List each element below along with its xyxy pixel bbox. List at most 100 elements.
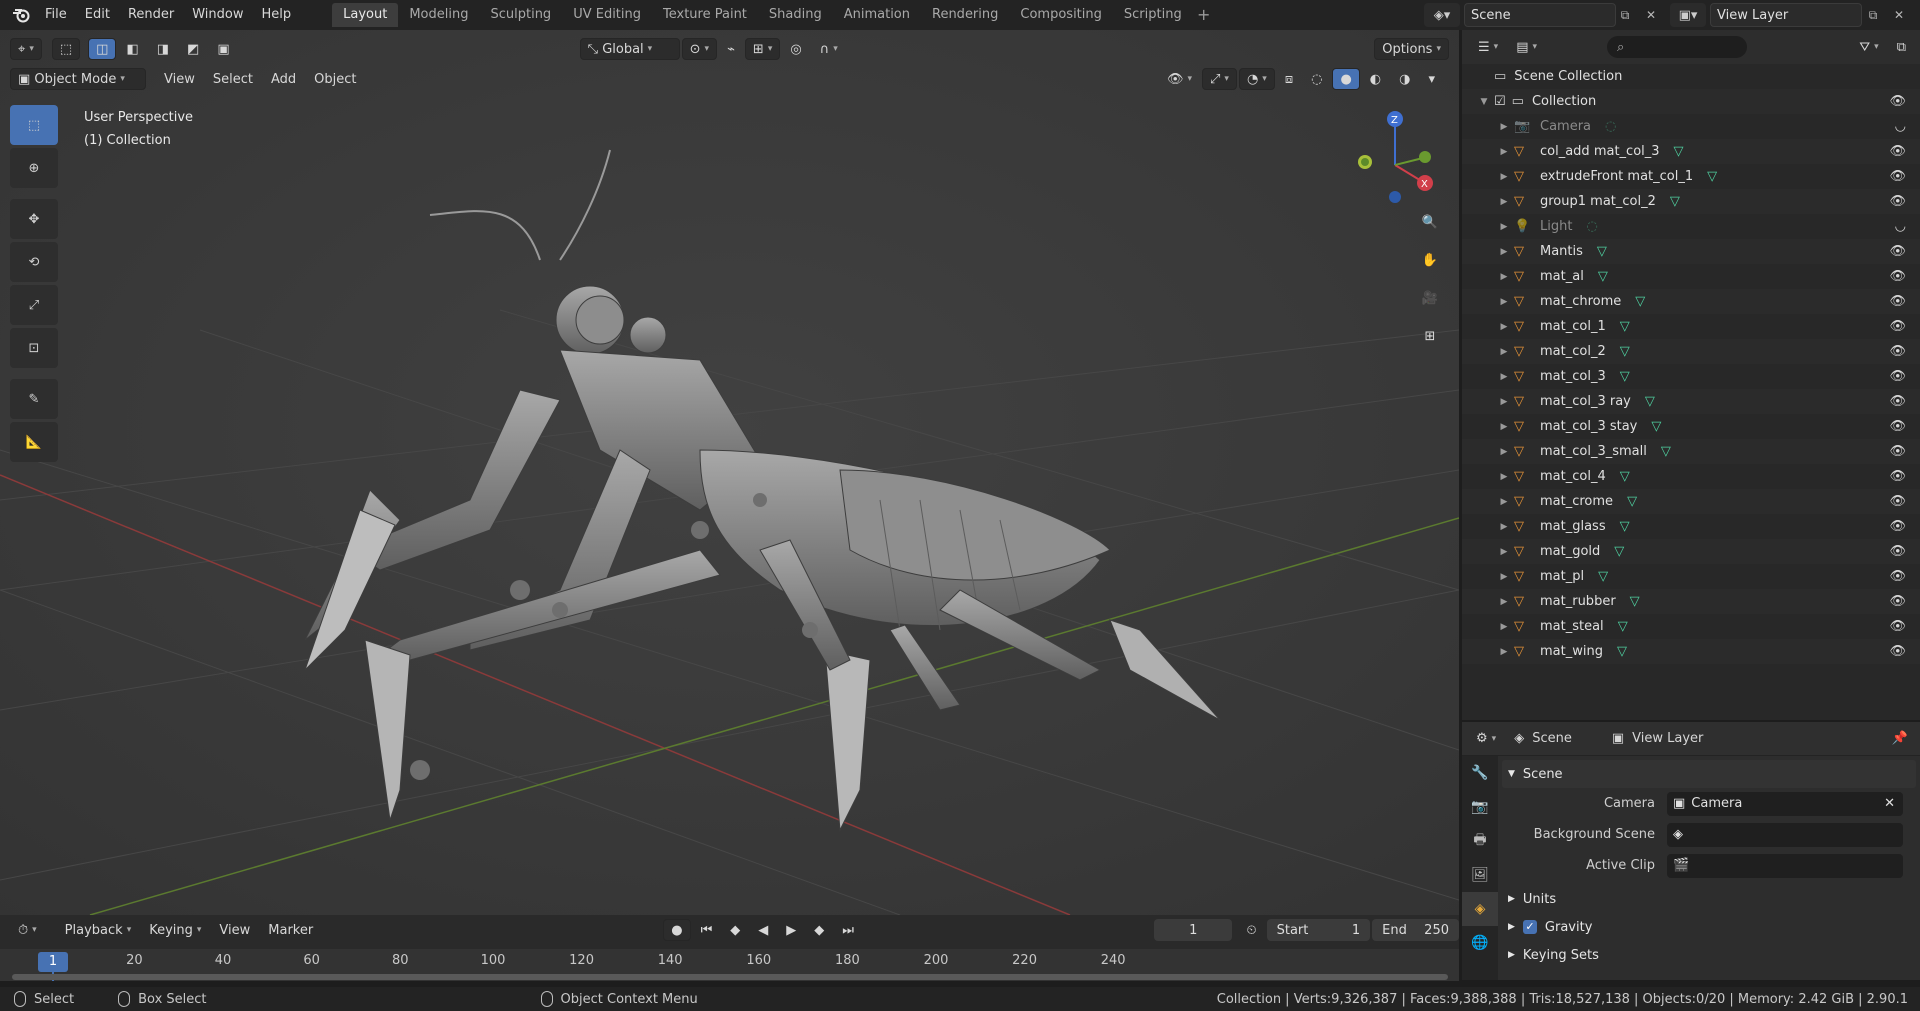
mesh-data-icon[interactable]: ▽ [1620, 344, 1630, 359]
pan-hand-icon[interactable]: ✋ [1412, 243, 1448, 277]
camera-view-icon[interactable]: 🎥 [1412, 281, 1448, 315]
checkbox-icon[interactable]: ☑ [1494, 94, 1506, 109]
mesh-data-icon[interactable]: ▽ [1674, 144, 1684, 159]
eye-icon[interactable]: 👁 [1889, 269, 1906, 284]
object-data-icon[interactable]: ◌ [1586, 219, 1597, 234]
expand-arrow-icon[interactable]: ▶ [1494, 122, 1514, 132]
expand-arrow-icon[interactable]: ▶ [1494, 597, 1514, 607]
eye-icon[interactable]: 👁 [1889, 394, 1906, 409]
eye-icon[interactable]: 👁 [1889, 194, 1906, 209]
expand-arrow-icon[interactable]: ▼ [1474, 97, 1494, 107]
expand-arrow-icon[interactable]: ▶ [1494, 272, 1514, 282]
blender-logo-icon[interactable] [6, 0, 36, 30]
eye-icon[interactable]: 👁 [1889, 319, 1906, 334]
view-layer-tab-icon[interactable]: 🖼 [1462, 858, 1498, 892]
mesh-data-icon[interactable]: ▽ [1598, 569, 1608, 584]
outliner-item[interactable]: ▶ ▽ mat_glass ▽ 👁 [1462, 514, 1920, 539]
filter-icon[interactable]: ⛛ ▾ [1851, 36, 1886, 58]
expand-arrow-icon[interactable]: ▶ [1494, 222, 1514, 232]
view-menu[interactable]: View [156, 68, 203, 90]
mode-extend-selection-icon[interactable]: ◧ [118, 38, 146, 60]
eye-icon[interactable]: 👁 [1889, 369, 1906, 384]
mesh-data-icon[interactable]: ▽ [1614, 544, 1624, 559]
mode-invert-selection-icon[interactable]: ◩ [179, 38, 207, 60]
gravity-panel-header[interactable]: ▶ ✓ Gravity [1502, 913, 1916, 941]
perspective-toggle-icon[interactable]: ⊞ [1412, 319, 1448, 353]
playback-menu[interactable]: Playback ▾ [57, 919, 140, 941]
move-tool-icon[interactable]: ✥ [10, 199, 58, 239]
delete-view-layer-icon[interactable]: ✕ [1888, 4, 1910, 26]
outliner-item[interactable]: ▶ ▽ mat_chrome ▽ 👁 [1462, 289, 1920, 314]
outliner-item[interactable]: ▶ ▽ mat_col_3_small ▽ 👁 [1462, 439, 1920, 464]
eye-icon[interactable]: 👁 [1889, 519, 1906, 534]
use-preview-range-icon[interactable]: ⏲ [1238, 919, 1264, 941]
outliner-item[interactable]: ▶ ▽ mat_col_4 ▽ 👁 [1462, 464, 1920, 489]
tab-animation[interactable]: Animation [833, 3, 921, 27]
wireframe-shading-icon[interactable]: ◌ [1303, 68, 1330, 90]
eye-icon[interactable]: 👁 [1889, 619, 1906, 634]
expand-arrow-icon[interactable]: ▶ [1494, 172, 1514, 182]
timeline-editor-type-icon[interactable]: ⏱ ▾ [10, 919, 45, 941]
transform-orientation-dropdown[interactable]: ⤡ Global ▾ [579, 38, 680, 60]
timeline-scrollbar[interactable] [12, 974, 1448, 980]
outliner-item[interactable]: ▶ ▽ Mantis ▽ 👁 [1462, 239, 1920, 264]
mesh-data-icon[interactable]: ▽ [1707, 169, 1717, 184]
pivot-point-dropdown[interactable]: ⊙ ▾ [681, 38, 718, 60]
outliner-item[interactable]: ▶ ▽ mat_al ▽ 👁 [1462, 264, 1920, 289]
eye-icon[interactable]: 👁 [1889, 344, 1906, 359]
navigation-gizmo[interactable]: Z X [1345, 105, 1435, 205]
menu-edit[interactable]: Edit [76, 0, 119, 30]
solid-shading-icon[interactable]: ● [1332, 68, 1360, 90]
outliner-search-input[interactable]: ⌕ [1607, 36, 1748, 58]
expand-arrow-icon[interactable]: ▶ [1494, 147, 1514, 157]
eye-hidden-icon[interactable]: ◡ [1895, 219, 1906, 234]
properties-editor-type-icon[interactable]: ⚙ ▾ [1468, 728, 1504, 750]
keying-sets-panel-header[interactable]: ▶ Keying Sets [1502, 941, 1916, 969]
delete-scene-icon[interactable]: ✕ [1640, 4, 1662, 26]
expand-arrow-icon[interactable]: ▶ [1494, 522, 1514, 532]
current-frame-field[interactable]: 1 [1153, 919, 1233, 941]
show-overlays-icon[interactable]: ◔ ▾ [1238, 68, 1275, 90]
3d-viewport[interactable]: ⌖ ▾ ⬚ ◫ ◧ ◨ ◩ ▣ ⤡ Global ▾ ⊙ ▾ ⌁ ⊞ ▾ ◎ ∩ ▾ Op… [0, 30, 1459, 915]
outliner-item[interactable]: ▶ ▽ mat_col_2 ▽ 👁 [1462, 339, 1920, 364]
outliner-item[interactable]: ▶ ▽ mat_steal ▽ 👁 [1462, 614, 1920, 639]
outliner-item[interactable]: ▶ ▽ mat_col_3 ray ▽ 👁 [1462, 389, 1920, 414]
menu-file[interactable]: File [36, 0, 76, 30]
units-panel-header[interactable]: ▶ Units [1502, 885, 1916, 913]
timeline-view-menu[interactable]: View [211, 919, 258, 941]
menu-window[interactable]: Window [183, 0, 252, 30]
mode-new-selection-icon[interactable]: ◫ [88, 38, 117, 60]
mesh-data-icon[interactable]: ▽ [1618, 619, 1628, 634]
outliner-item[interactable]: ▶ ▽ mat_gold ▽ 👁 [1462, 539, 1920, 564]
camera-field[interactable]: ▣ Camera ✕ [1667, 791, 1903, 816]
playhead[interactable]: 1 [38, 952, 68, 972]
menu-render[interactable]: Render [119, 0, 183, 30]
mode-subtract-selection-icon[interactable]: ◨ [149, 38, 177, 60]
outliner-item[interactable]: ▶ ▽ extrudeFront mat_col_1 ▽ 👁 [1462, 164, 1920, 189]
tab-sculpting[interactable]: Sculpting [479, 3, 562, 27]
outliner-item[interactable]: ▶ ▽ mat_col_3 ▽ 👁 [1462, 364, 1920, 389]
outliner-item[interactable]: ▶ ▽ mat_crome ▽ 👁 [1462, 489, 1920, 514]
outliner-editor-type-icon[interactable]: ☰ ▾ [1470, 36, 1506, 58]
jump-end-icon[interactable]: ⏭ [834, 919, 862, 941]
expand-arrow-icon[interactable]: ▶ [1494, 447, 1514, 457]
mesh-data-icon[interactable]: ▽ [1630, 594, 1640, 609]
expand-arrow-icon[interactable]: ▶ [1494, 397, 1514, 407]
select-tool-mode-icon[interactable]: ⬚ [51, 38, 81, 60]
eye-icon[interactable]: 👁 [1889, 294, 1906, 309]
mesh-data-icon[interactable]: ▽ [1661, 444, 1671, 459]
marker-menu[interactable]: Marker [260, 919, 321, 941]
mesh-data-icon[interactable]: ▽ [1617, 644, 1627, 659]
scene-tab-icon[interactable]: ◈ [1462, 892, 1498, 926]
add-menu[interactable]: Add [263, 68, 304, 90]
expand-arrow-icon[interactable]: ▶ [1494, 322, 1514, 332]
start-frame-field[interactable]: Start 1 [1266, 919, 1371, 941]
tool-tab-icon[interactable]: 🔧 [1462, 756, 1498, 790]
scene-collection-row[interactable]: ▭ Scene Collection [1462, 64, 1920, 89]
new-collection-icon[interactable]: ⧉ [1889, 36, 1914, 58]
mesh-data-icon[interactable]: ▽ [1651, 419, 1661, 434]
expand-arrow-icon[interactable]: ▶ [1494, 422, 1514, 432]
tab-modeling[interactable]: Modeling [398, 3, 479, 27]
mesh-data-icon[interactable]: ▽ [1670, 194, 1680, 209]
mesh-data-icon[interactable]: ▽ [1627, 494, 1637, 509]
